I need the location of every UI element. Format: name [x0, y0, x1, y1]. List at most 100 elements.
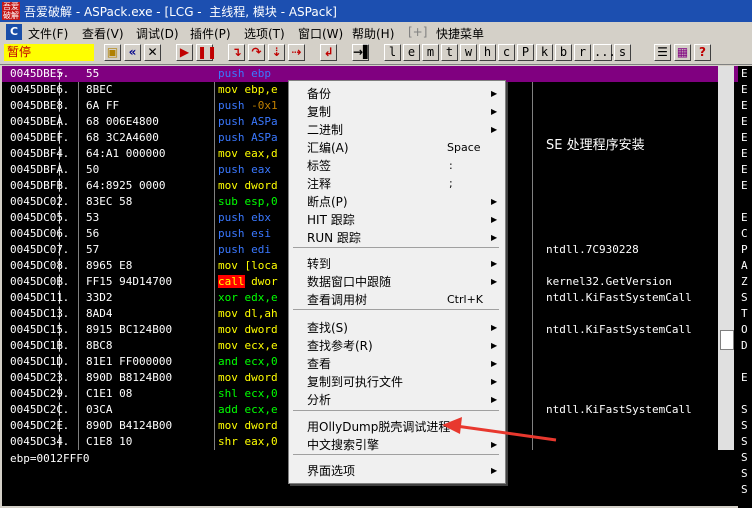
menu-options[interactable]: 选项(T) [244, 25, 285, 42]
memory-map-button[interactable]: m [422, 44, 439, 61]
windows-button[interactable]: w [460, 44, 477, 61]
row-instruction: xor edx,e [218, 290, 278, 306]
context-menu-item[interactable]: 用OllyDump脱壳调试进程 [289, 418, 505, 436]
submenu-arrow-icon: ▶ [491, 89, 498, 98]
context-menu-item[interactable]: 二进制 ▶ [289, 121, 505, 139]
menu-bar: C 文件(F) 查看(V) 调试(D) 插件(P) 选项(T) 窗口(W) 帮助… [0, 22, 752, 42]
cpu-window-icon[interactable]: C [6, 24, 22, 40]
row-hex: 81E1 FF000000 [86, 355, 173, 368]
context-menu-item[interactable]: 转到 ▶ [289, 255, 505, 273]
row-operands: esi [251, 227, 271, 240]
row-hex: 890D B4124B00 [86, 419, 173, 432]
breakpoints-button[interactable]: b [555, 44, 572, 61]
window-title: 吾爱破解 - ASPack.exe - [LCG - 主线程, 模块 - ASP… [24, 5, 337, 19]
context-menu-item[interactable]: 界面选项 ▶ [289, 462, 505, 480]
close-icon[interactable]: ✕ [144, 44, 161, 61]
menu-debug[interactable]: 调试(D) [136, 25, 179, 42]
disassembly-scrollbar[interactable] [718, 66, 734, 450]
step-into-icon[interactable]: ↴ [228, 44, 245, 61]
context-menu-item[interactable]: 备份 ▶ [289, 85, 505, 103]
trace-over-icon[interactable]: ⇢ [288, 44, 305, 61]
row-opcode: xor [218, 291, 238, 304]
row-operands: ebx [251, 211, 271, 224]
threads-button[interactable]: t [441, 44, 458, 61]
options-icon[interactable]: ▦ [674, 44, 691, 61]
run-trace-button[interactable]: ... [593, 44, 616, 61]
context-menu-item[interactable]: 数据窗口中跟随 ▶ [289, 273, 505, 291]
menu-view[interactable]: 查看(V) [82, 25, 124, 42]
menu-item-label: 注释 [307, 177, 332, 191]
row-opcode: mov [218, 419, 238, 432]
goto-icon[interactable]: →▌ [352, 44, 372, 61]
row-operands: dword [244, 179, 278, 192]
context-menu-item[interactable]: 汇编(A) Space [289, 139, 505, 157]
row-marker: │. [56, 115, 70, 128]
trace-into-icon[interactable]: ⇣ [268, 44, 285, 61]
menu-item-label: 查看 [307, 357, 332, 371]
context-menu-item[interactable]: 注释; [289, 175, 505, 193]
cpu-button[interactable]: c [498, 44, 515, 61]
open-folder-icon[interactable]: ▣ [104, 44, 121, 61]
row-instruction: mov ebp,e [218, 82, 278, 98]
submenu-arrow-icon: ▶ [491, 125, 498, 134]
row-comment: ntdll.KiFastSystemCall [546, 323, 692, 336]
context-menu-item[interactable]: 查找(S) ▶ [289, 319, 505, 337]
menu-window[interactable]: 窗口(W) [298, 25, 343, 42]
references-button[interactable]: r [574, 44, 591, 61]
row-hex: 57 [86, 243, 100, 256]
help-icon[interactable]: ? [694, 44, 711, 61]
submenu-arrow-icon: ▶ [491, 259, 498, 268]
row-marker: │. [56, 419, 70, 432]
row-instruction: add ecx,e [218, 402, 278, 418]
row-instruction: push esi [218, 226, 271, 242]
menu-help[interactable]: 帮助(H) [352, 25, 394, 42]
context-menu-item[interactable]: 断点(P) ▶ [289, 193, 505, 211]
step-over-icon[interactable]: ↷ [248, 44, 265, 61]
executable-modules-button[interactable]: e [403, 44, 420, 61]
submenu-arrow-icon: ▶ [491, 233, 498, 242]
info-text: ebp=0012FFF0 [10, 452, 90, 465]
menu-file[interactable]: 文件(F) [28, 25, 68, 42]
row-opcode: push [218, 163, 245, 176]
row-marker: │. [56, 435, 70, 448]
row-comment: kernel32.GetVersion [546, 275, 672, 288]
menu-plus[interactable]: [+] [408, 25, 427, 39]
context-menu-item[interactable]: 分析 ▶ [289, 391, 505, 409]
menu-plugins[interactable]: 插件(P) [190, 25, 231, 42]
context-menu-item[interactable]: RUN 跟踪 ▶ [289, 229, 505, 247]
row-hex: 8BC8 [86, 339, 113, 352]
menu-shortcut[interactable]: 快捷菜单 [436, 25, 484, 42]
registers-pane[interactable]: EEEEEEEEECPAZSTODESSSSSS [738, 66, 752, 508]
row-marker: │. [56, 275, 70, 288]
context-menu-item[interactable]: 中文搜索引擎 ▶ [289, 436, 505, 454]
submenu-arrow-icon: ▶ [491, 323, 498, 332]
row-operands: ASPa [251, 115, 278, 128]
row-operands: -0x1 [251, 99, 278, 112]
scrollbar-thumb[interactable] [720, 330, 734, 350]
row-operands: ASPa [251, 131, 278, 144]
submenu-arrow-icon: ▶ [491, 107, 498, 116]
context-menu-item[interactable]: 标签: [289, 157, 505, 175]
context-menu-item[interactable]: 查看 ▶ [289, 355, 505, 373]
log-window-button[interactable]: l [384, 44, 401, 61]
context-menu-item[interactable]: HIT 跟踪 ▶ [289, 211, 505, 229]
row-comment: ntdll.KiFastSystemCall [546, 291, 692, 304]
patches-button[interactable]: P [517, 44, 534, 61]
context-menu-item[interactable]: 查找参考(R) ▶ [289, 337, 505, 355]
handles-button[interactable]: h [479, 44, 496, 61]
pause-icon[interactable]: ❚❚ [196, 44, 217, 61]
list-icon[interactable]: ☰ [654, 44, 671, 61]
execute-till-return-icon[interactable]: ↲ [320, 44, 337, 61]
restart-icon[interactable]: « [124, 44, 141, 61]
context-menu-item[interactable]: 查看调用树 Ctrl+K [289, 291, 505, 309]
context-menu-item[interactable]: 复制到可执行文件 ▶ [289, 373, 505, 391]
run-icon[interactable]: ▶ [176, 44, 193, 61]
row-marker: │. [56, 195, 70, 208]
call-stack-button[interactable]: k [536, 44, 553, 61]
row-opcode: call [218, 275, 245, 288]
submenu-arrow-icon: ▶ [491, 341, 498, 350]
source-button[interactable]: s [614, 44, 631, 61]
row-instruction: push ebp [218, 66, 271, 82]
context-menu-item[interactable]: 复制 ▶ [289, 103, 505, 121]
row-marker: │. [56, 179, 70, 192]
